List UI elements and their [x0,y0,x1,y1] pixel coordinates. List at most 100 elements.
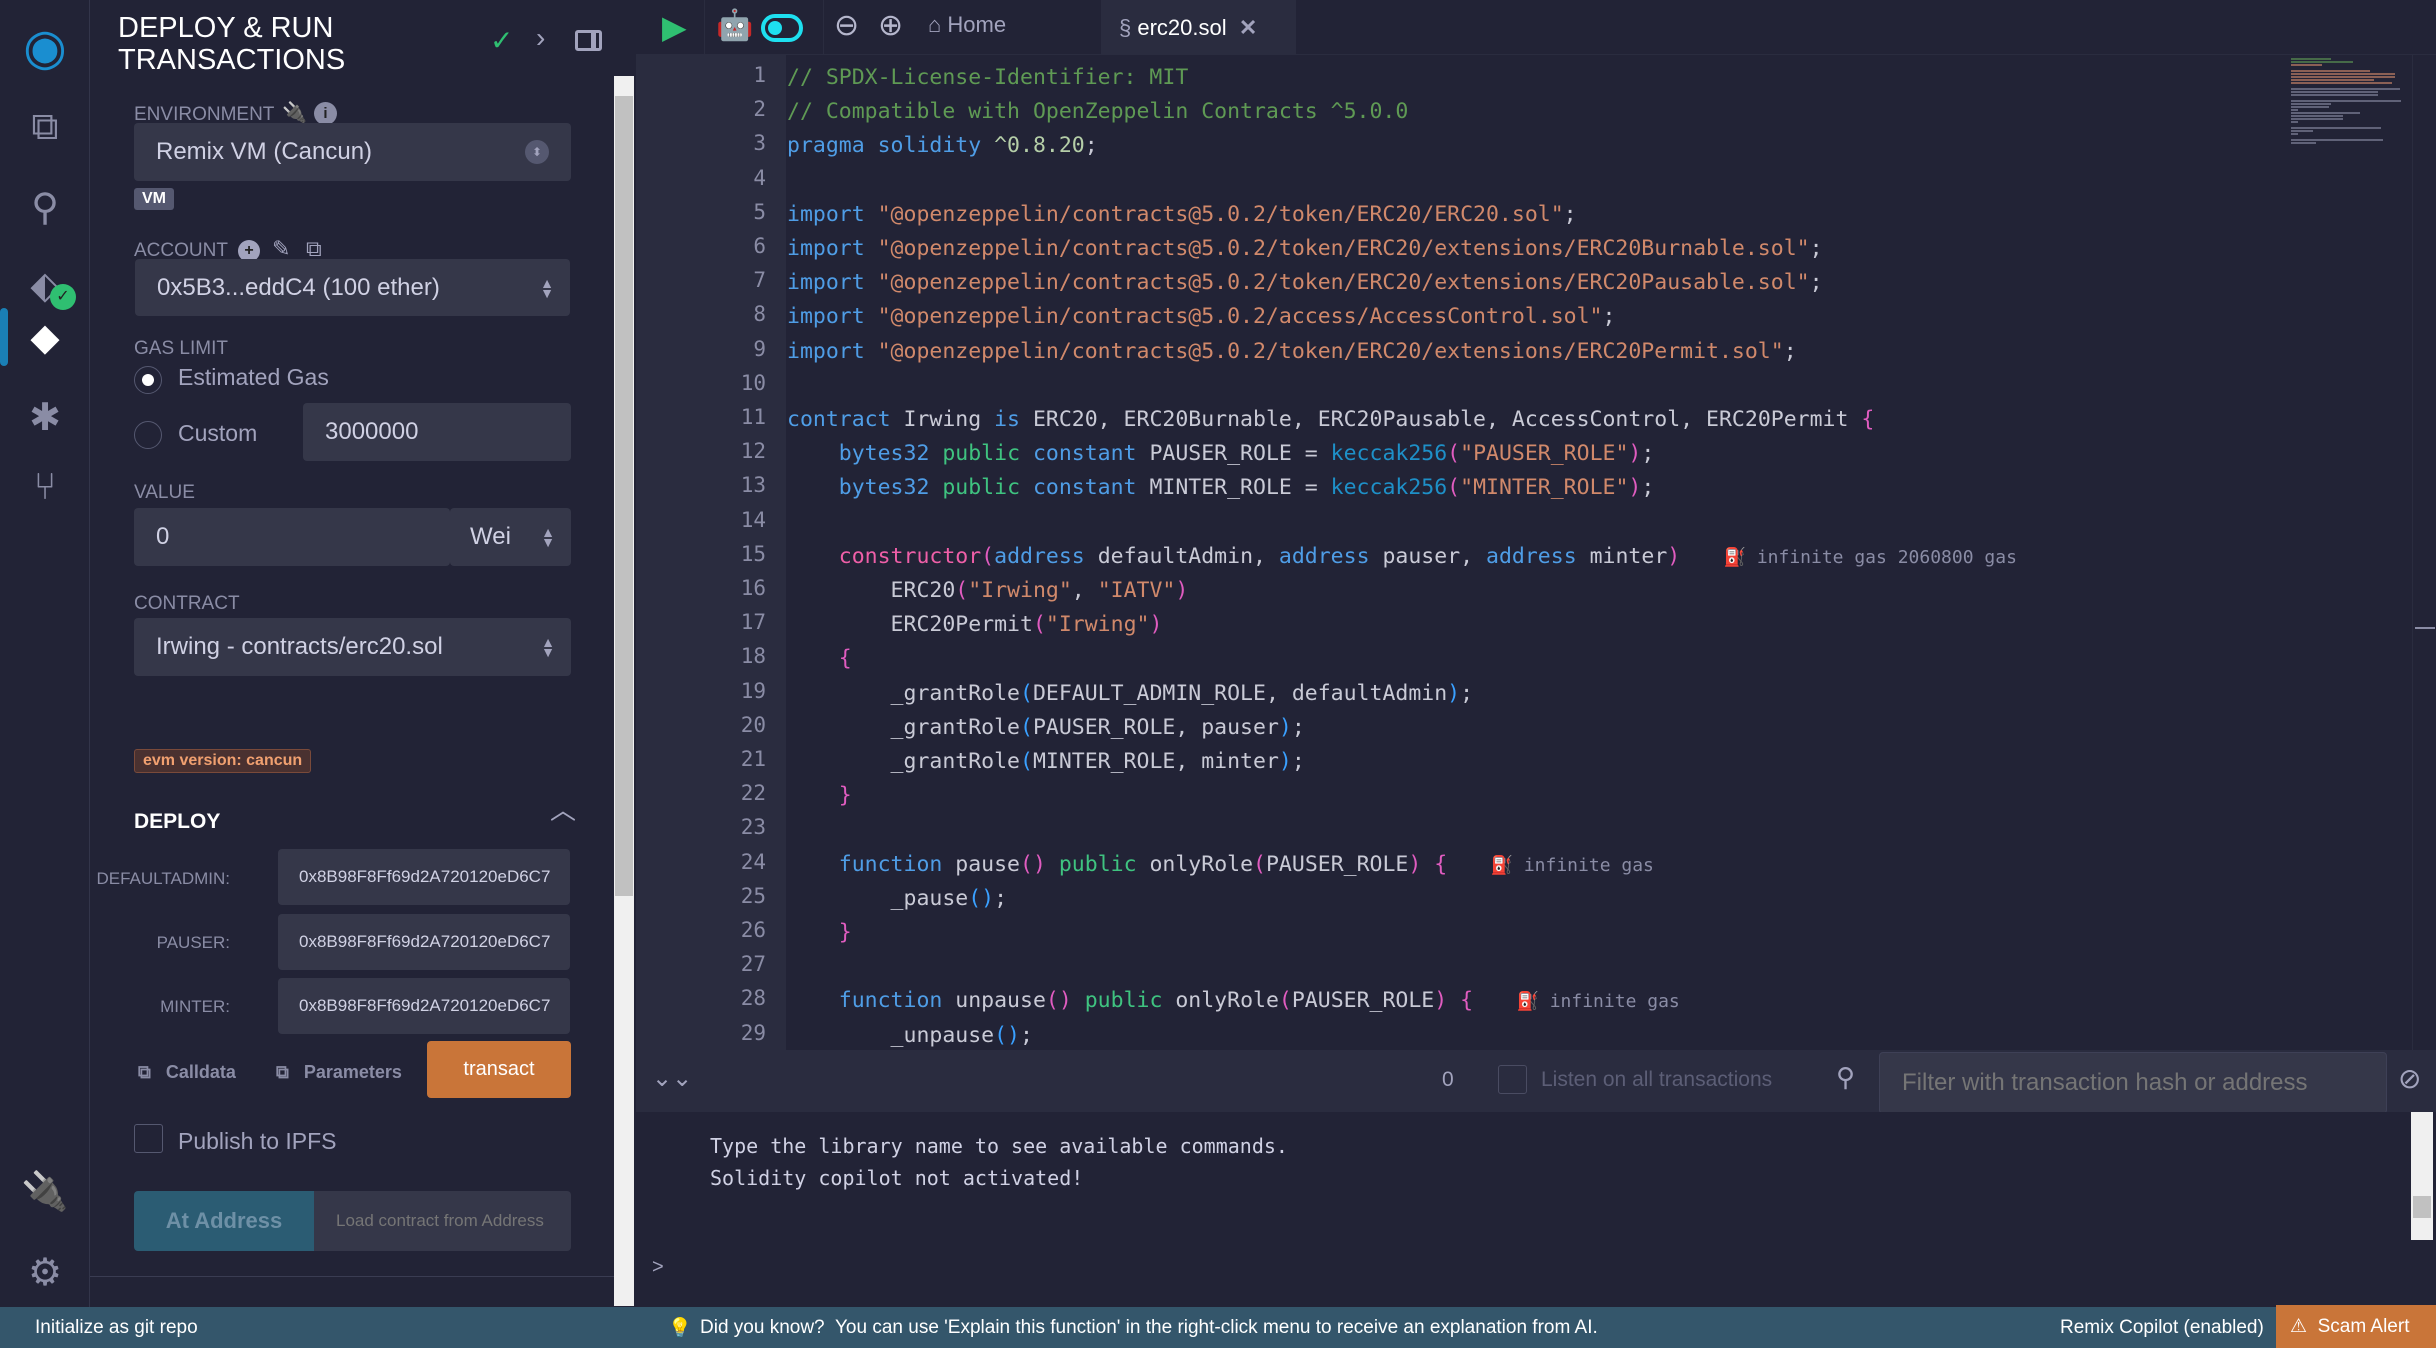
code-line[interactable]: // SPDX-License-Identifier: MIT [787,61,1188,95]
file-tab-erc20[interactable]: § erc20.sol ✕ [1101,0,1296,55]
code-token: ( [1020,714,1033,740]
plug-icon: 🔌 [282,102,307,124]
collapse-terminal-icon[interactable]: ⌄⌄ [652,1064,692,1093]
code-line[interactable]: import "@openzeppelin/contracts@5.0.2/to… [787,232,1823,266]
code-token: () [1045,988,1072,1014]
code-line[interactable]: } [787,779,852,813]
panel-toggle-icon[interactable] [575,30,602,51]
minimap-line [2291,106,2329,108]
file-explorer-icon[interactable]: ⧉ [18,100,72,154]
minimap-line [2291,103,2332,105]
zoom-in-icon[interactable]: ⊕ [878,8,903,43]
minimap-line [2291,91,2379,93]
code-line[interactable]: function pause() public onlyRole(PAUSER_… [787,848,1654,882]
code-token: ( [1278,988,1292,1014]
copilot-robot-icon[interactable]: 🤖 [716,8,753,43]
git-icon[interactable]: ⑂ [18,460,72,514]
custom-gas-input[interactable]: 3000000 [303,403,571,461]
account-select[interactable]: 0x5B3...eddC4 (100 ether) ▲ ▼ [135,259,570,316]
code-line[interactable]: bytes32 public constant MINTER_ROLE = ke… [787,471,1655,505]
minter-input[interactable]: 0x8B98F8Ff69d2A720120eD6C7 [278,978,570,1034]
code-line[interactable]: ERC20Permit("Irwing") [787,608,1163,642]
info-icon[interactable]: i [314,102,337,125]
calldata-button[interactable]: ⧉ Calldata [138,1062,236,1083]
terminal-prompt[interactable]: > [652,1256,664,1279]
search-icon[interactable]: ⚲ [1836,1062,1855,1093]
panel-scrollbar[interactable] [614,76,634,1306]
code-token: _unpause [787,1022,995,1048]
plugin-manager-icon[interactable]: 🔌 [18,1165,72,1219]
custom-gas-radio[interactable] [134,421,162,449]
code-line[interactable]: constructor(address defaultAdmin, addres… [787,540,2017,574]
minimap-line [2291,127,2381,129]
code-token: () [968,885,995,911]
chevron-right-icon[interactable]: › [536,22,545,54]
code-line[interactable]: _unpause(); [787,1019,1033,1050]
close-icon[interactable]: ✕ [1239,15,1257,41]
code-line[interactable]: pragma solidity ^0.8.20; [787,129,1098,163]
code-token: } [838,783,852,809]
code-line[interactable]: import "@openzeppelin/contracts@5.0.2/to… [787,266,1823,300]
param-label: DEFAULTADMIN: [96,869,231,888]
minimap[interactable] [2291,58,2411,158]
code-token: import [787,236,878,261]
contract-select[interactable]: Irwing - contracts/erc20.sol ▲ ▼ [134,618,571,676]
code-token: keccak256 [1330,475,1448,501]
code-line[interactable]: contract Irwing is ERC20, ERC20Burnable,… [787,403,1874,437]
publish-ipfs-checkbox[interactable] [134,1124,163,1153]
editor-scrollbar[interactable] [2412,55,2436,1050]
code-token: onlyRole [1149,851,1254,877]
copilot-toggle[interactable] [761,14,803,42]
value-input[interactable]: 0 [134,508,450,566]
code-line[interactable]: _grantRole(DEFAULT_ADMIN_ROLE, defaultAd… [787,677,1474,711]
load-contract-address-input[interactable] [314,1191,571,1251]
code-line[interactable]: // Compatible with OpenZeppelin Contract… [787,95,1408,129]
code-line[interactable]: import "@openzeppelin/contracts@5.0.2/ac… [787,300,1615,334]
search-icon[interactable]: ⚲ [18,180,72,234]
code-line[interactable]: _grantRole(PAUSER_ROLE, pauser); [787,711,1305,745]
code-line[interactable]: { [787,642,852,676]
remix-logo-icon[interactable]: ◉ [18,19,72,75]
defaultadmin-input[interactable]: 0x8B98F8Ff69d2A720120eD6C7 [278,849,570,905]
code-token: ( [1447,441,1461,467]
value-unit-select[interactable]: Wei ▲ ▼ [450,508,571,566]
settings-icon[interactable]: ⚙ [18,1245,72,1299]
select-arrows-icon: ⬍ [525,140,549,164]
terminal-scrollbar[interactable] [2411,1112,2433,1240]
scam-alert-button[interactable]: ⚠ Scam Alert [2276,1305,2436,1348]
code-token: PAUSER_ROLE [1291,988,1435,1014]
init-git-button[interactable]: Initialize as git repo [35,1317,198,1339]
zoom-out-icon[interactable]: ⊖ [834,8,859,43]
code-token: pause [955,851,1021,877]
copilot-status[interactable]: Remix Copilot (enabled) [2060,1317,2264,1339]
code-token: import [787,338,878,364]
code-line[interactable]: function unpause() public onlyRole(PAUSE… [787,984,1680,1018]
pauser-input[interactable]: 0x8B98F8Ff69d2A720120eD6C7 [278,914,570,970]
parameters-button[interactable]: ⧉ Parameters [276,1062,402,1083]
transaction-filter-input[interactable] [1879,1052,2387,1114]
transact-button[interactable]: transact [427,1041,571,1098]
home-tab[interactable]: ⌂ Home [928,12,1006,38]
code-line[interactable]: } [787,916,852,950]
clear-console-icon[interactable]: ⊘ [2398,1062,2421,1095]
chevron-up-icon[interactable]: ︿ [550,790,576,827]
listen-all-checkbox[interactable] [1498,1065,1527,1094]
code-token: ( [1020,749,1033,774]
code-line[interactable]: import "@openzeppelin/contracts@5.0.2/to… [787,198,1577,232]
debugger-icon[interactable]: ✱ [18,390,72,444]
code-line[interactable]: bytes32 public constant PAUSER_ROLE = ke… [787,437,1655,471]
code-token: onlyRole [1175,988,1279,1014]
code-line[interactable]: import "@openzeppelin/contracts@5.0.2/to… [787,335,1797,369]
run-icon[interactable]: ▶ [662,8,687,46]
code-line[interactable]: _pause(); [787,882,1008,916]
code-area[interactable]: // SPDX-License-Identifier: MIT // Compat… [636,58,2286,1050]
terminal-line: Solidity copilot not activated! [710,1166,1084,1190]
at-address-button[interactable]: At Address [134,1191,314,1251]
deploy-run-icon[interactable]: ◆ [18,310,72,364]
estimated-gas-radio[interactable] [134,366,162,394]
code-line[interactable]: ERC20("Irwing", "IATV") [787,574,1189,608]
calldata-label: Calldata [165,1062,236,1082]
solidity-compiler-icon[interactable]: ⬖ ✓ [18,258,76,312]
environment-select[interactable]: Remix VM (Cancun) ⬍ [134,123,571,181]
code-line[interactable]: _grantRole(MINTER_ROLE, minter); [787,745,1305,779]
